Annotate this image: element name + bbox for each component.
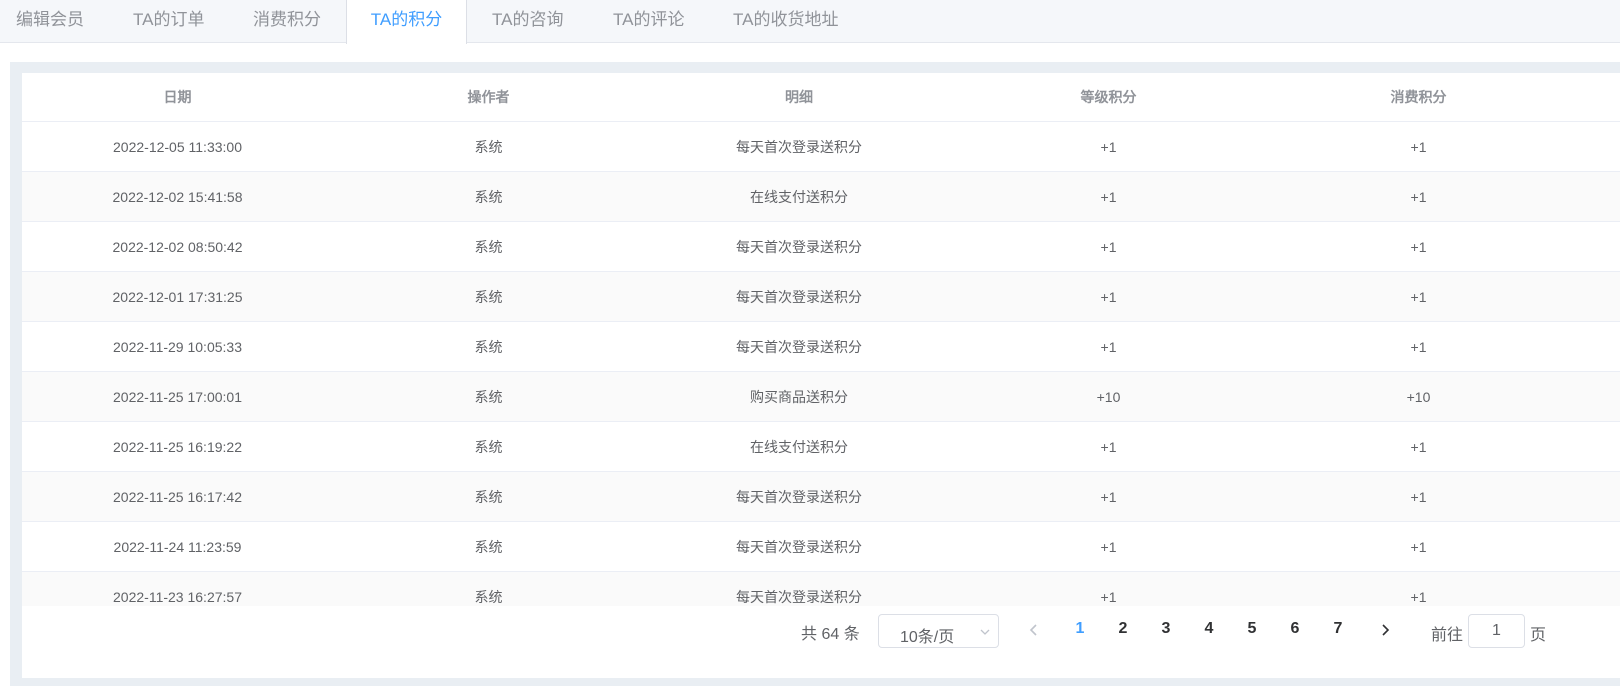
table-row: 2022-12-02 08:50:42 系统 每天首次登录送积分 +1 +1	[22, 221, 1620, 272]
cell-detail: 在线支付送积分	[644, 421, 954, 472]
tab-bar: 编辑会员 TA的订单 消费积分 TA的积分 TA的咨询 TA的评论 TA的收货地…	[0, 0, 1620, 44]
header-operator: 操作者	[333, 73, 644, 122]
cell-detail: 每天首次登录送积分	[644, 221, 954, 272]
cell-consume-points: +1	[1263, 421, 1620, 472]
tab-orders[interactable]: TA的订单	[133, 0, 204, 43]
tab-consultations[interactable]: TA的咨询	[492, 0, 563, 43]
cell-date: 2022-11-25 16:19:22	[22, 421, 333, 472]
cell-consume-points: +1	[1263, 271, 1620, 322]
page-number[interactable]: 2	[1110, 620, 1136, 638]
cell-operator: 系统	[333, 271, 644, 322]
cell-level-points: +1	[954, 221, 1263, 272]
cell-detail: 在线支付送积分	[644, 171, 954, 222]
table-row: 2022-12-01 17:31:25 系统 每天首次登录送积分 +1 +1	[22, 271, 1620, 322]
cell-date: 2022-11-25 16:17:42	[22, 471, 333, 522]
cell-date: 2022-11-24 11:23:59	[22, 521, 333, 572]
cell-date: 2022-12-02 08:50:42	[22, 221, 333, 272]
table-header-row: 日期 操作者 明细 等级积分 消费积分	[22, 73, 1620, 122]
cell-consume-points: +1	[1263, 521, 1620, 572]
cell-level-points: +1	[954, 121, 1263, 172]
chevron-left-icon[interactable]	[1027, 622, 1041, 638]
header-date: 日期	[22, 73, 333, 122]
table-row: 2022-11-29 10:05:33 系统 每天首次登录送积分 +1 +1	[22, 321, 1620, 372]
cell-date: 2022-11-25 17:00:01	[22, 371, 333, 422]
page-number[interactable]: 1	[1067, 620, 1093, 638]
tab-consume-points[interactable]: 消费积分	[253, 0, 321, 43]
header-level-points: 等级积分	[954, 73, 1263, 122]
page-number[interactable]: 5	[1239, 620, 1265, 638]
points-table: 日期 操作者 明细 等级积分 消费积分 2022-12-05 11:33:00 …	[22, 73, 1620, 622]
cell-level-points: +1	[954, 321, 1263, 372]
tab-edit-member[interactable]: 编辑会员	[16, 0, 84, 43]
cell-level-points: +10	[954, 371, 1263, 422]
cell-detail: 每天首次登录送积分	[644, 271, 954, 322]
cell-level-points: +1	[954, 421, 1263, 472]
cell-date: 2022-12-05 11:33:00	[22, 121, 333, 172]
tab-addresses[interactable]: TA的收货地址	[733, 0, 838, 43]
cell-detail: 每天首次登录送积分	[644, 121, 954, 172]
cell-operator: 系统	[333, 471, 644, 522]
cell-level-points: +1	[954, 471, 1263, 522]
chevron-right-icon[interactable]	[1378, 622, 1392, 638]
cell-level-points: +1	[954, 171, 1263, 222]
page-number[interactable]: 3	[1153, 620, 1179, 638]
tab-reviews[interactable]: TA的评论	[613, 0, 684, 43]
cell-operator: 系统	[333, 371, 644, 422]
page-number[interactable]: 7	[1325, 620, 1351, 638]
goto-page-input[interactable]	[1468, 614, 1525, 648]
cell-operator: 系统	[333, 321, 644, 372]
cell-detail: 购买商品送积分	[644, 371, 954, 422]
page-number[interactable]: 6	[1282, 620, 1308, 638]
chevron-down-icon	[980, 629, 990, 635]
page-number[interactable]: 4	[1196, 620, 1222, 638]
cell-date: 2022-11-29 10:05:33	[22, 321, 333, 372]
cell-consume-points: +1	[1263, 321, 1620, 372]
cell-level-points: +1	[954, 521, 1263, 572]
table-row: 2022-12-02 15:41:58 系统 在线支付送积分 +1 +1	[22, 171, 1620, 222]
cell-detail: 每天首次登录送积分	[644, 471, 954, 522]
cell-consume-points: +1	[1263, 171, 1620, 222]
cell-level-points: +1	[954, 271, 1263, 322]
tab-points[interactable]: TA的积分	[346, 0, 467, 44]
cell-operator: 系统	[333, 221, 644, 272]
pagination-total: 共 64 条	[801, 626, 860, 643]
cell-detail: 每天首次登录送积分	[644, 521, 954, 572]
cell-operator: 系统	[333, 121, 644, 172]
header-consume-points: 消费积分	[1263, 73, 1620, 122]
table-row: 2022-11-24 11:23:59 系统 每天首次登录送积分 +1 +1	[22, 521, 1620, 572]
table-row: 2022-11-25 16:17:42 系统 每天首次登录送积分 +1 +1	[22, 471, 1620, 522]
table-row: 2022-12-05 11:33:00 系统 每天首次登录送积分 +1 +1	[22, 121, 1620, 172]
table-row: 2022-11-25 16:19:22 系统 在线支付送积分 +1 +1	[22, 421, 1620, 472]
cell-operator: 系统	[333, 521, 644, 572]
cell-consume-points: +1	[1263, 121, 1620, 172]
goto-label: 前往	[1431, 627, 1464, 644]
points-table-container: 日期 操作者 明细 等级积分 消费积分 2022-12-05 11:33:00 …	[22, 73, 1620, 678]
page-size-value: 10条/页	[900, 629, 955, 646]
cell-consume-points: +1	[1263, 471, 1620, 522]
cell-operator: 系统	[333, 171, 644, 222]
cell-operator: 系统	[333, 421, 644, 472]
cell-consume-points: +10	[1263, 371, 1620, 422]
pagination: 共 64 条 10条/页 1 2 3 4 5 6 7 前往 页	[22, 606, 1620, 656]
goto-suffix-label: 页	[1530, 627, 1547, 644]
cell-detail: 每天首次登录送积分	[644, 321, 954, 372]
cell-date: 2022-12-01 17:31:25	[22, 271, 333, 322]
cell-date: 2022-12-02 15:41:58	[22, 171, 333, 222]
page-size-select[interactable]: 10条/页	[878, 614, 999, 648]
table-row: 2022-11-25 17:00:01 系统 购买商品送积分 +10 +10	[22, 371, 1620, 422]
cell-consume-points: +1	[1263, 221, 1620, 272]
header-detail: 明细	[644, 73, 954, 122]
